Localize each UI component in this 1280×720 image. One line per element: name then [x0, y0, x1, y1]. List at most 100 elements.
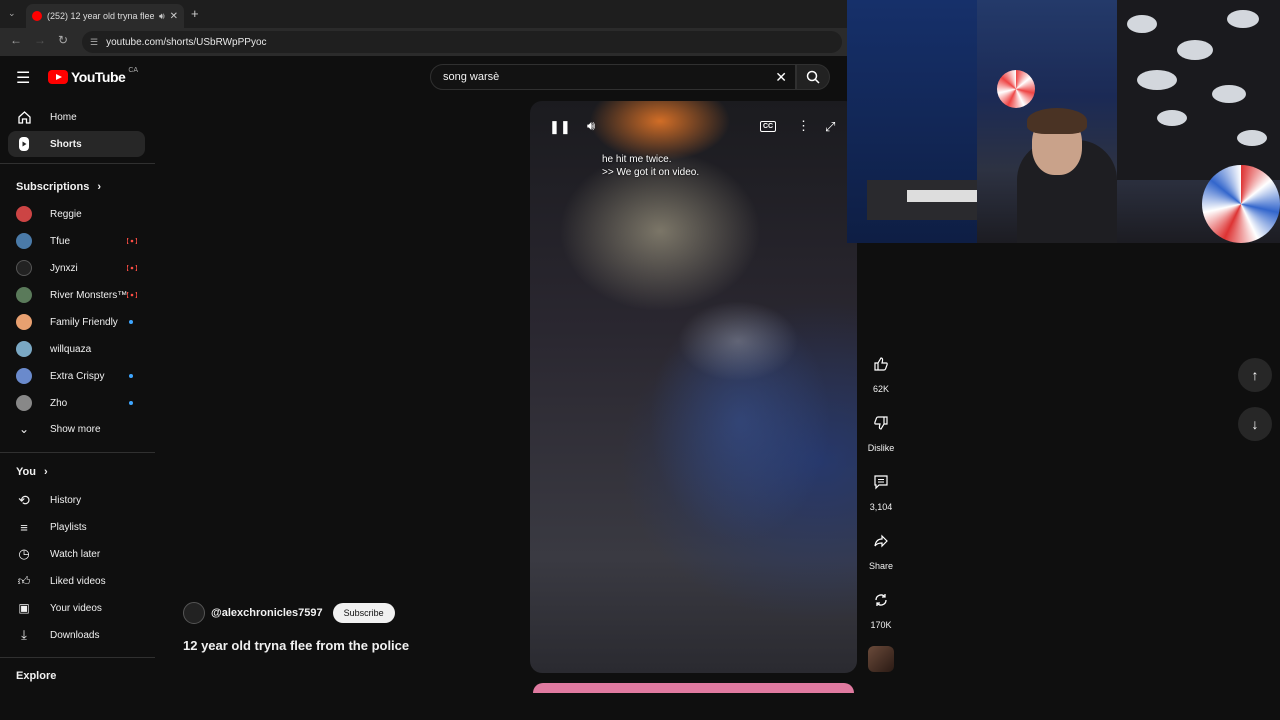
subscribe-button[interactable]: Subscribe — [332, 603, 395, 623]
sidebar-item-shorts[interactable]: Shorts — [8, 131, 145, 157]
sidebar-item-jynxzi[interactable]: Jynxzi — [8, 255, 145, 281]
explore-heading-label: Explore — [16, 670, 57, 682]
like-icon: 👍︎ — [17, 573, 31, 588]
sidebar-item-label: Downloads — [50, 629, 100, 641]
sidebar-item-river-monsters[interactable]: River Monsters™ — [8, 282, 145, 308]
channel-info: @alexchronicles7597 Subscribe — [183, 602, 395, 624]
remix-button[interactable]: 170K — [864, 583, 898, 630]
dislike-label: Dislike — [867, 443, 895, 453]
streamer-hair — [1027, 108, 1087, 134]
shorts-video-player[interactable]: ❚❚ 🔊︎ CC ⋮ ⤢ he hit me twice. >> We got … — [530, 101, 857, 673]
youtube-logo[interactable]: YouTube CA — [48, 66, 139, 85]
arrow-down-icon: ↓ — [1251, 416, 1259, 432]
youtube-logo-icon — [48, 70, 68, 84]
avatar — [16, 368, 32, 384]
sidebar-item-history[interactable]: ⟲ History — [8, 487, 145, 513]
share-label: Share — [868, 561, 894, 571]
audio-track-thumbnail[interactable] — [868, 646, 894, 672]
fullscreen-icon[interactable]: ⤢ — [825, 119, 835, 135]
menu-icon[interactable]: ☰ — [16, 68, 30, 88]
sidebar-item-playlists[interactable]: ≡ Playlists — [8, 514, 145, 540]
show-more-button[interactable]: ⌄ Show more — [8, 416, 145, 442]
live-icon — [127, 292, 137, 298]
share-button[interactable]: Share — [864, 524, 898, 571]
search-input[interactable]: song warsè ✕ — [430, 64, 796, 90]
sidebar-item-home[interactable]: Home — [8, 104, 145, 130]
address-bar[interactable]: ☰ youtube.com/shorts/USbRWpPPyoc — [82, 31, 842, 53]
thumbs-down-icon — [864, 406, 898, 440]
thumbs-up-icon — [864, 347, 898, 381]
like-button[interactable]: 62K — [864, 347, 898, 394]
sidebar-item-label: Liked videos — [50, 575, 106, 587]
browser-tab-bar: ⌄ (252) 12 year old tryna flee 🔊︎ ✕ + — [0, 0, 847, 28]
avatar — [16, 314, 32, 330]
show-more-label: Show more — [50, 423, 101, 435]
home-icon — [16, 109, 32, 125]
sidebar-item-label: Zho — [50, 397, 68, 409]
video-title[interactable]: 12 year old tryna flee from the police — [183, 638, 409, 653]
sidebar-item-label: Home — [50, 111, 77, 123]
dislike-button[interactable]: Dislike — [864, 406, 898, 453]
browser-tab[interactable]: (252) 12 year old tryna flee 🔊︎ ✕ — [26, 4, 184, 28]
avatar — [16, 287, 32, 303]
avatar — [16, 341, 32, 357]
speaker-icon[interactable]: 🔊︎ — [159, 11, 165, 22]
comments-button[interactable]: 3,104 — [864, 465, 898, 512]
your-videos-icon: ▣ — [18, 601, 30, 615]
remix-icon — [864, 583, 898, 617]
sidebar-item-your-videos[interactable]: ▣ Your videos — [8, 595, 145, 621]
volume-icon[interactable]: 🔊︎ — [587, 118, 595, 134]
download-icon: ⤓ — [21, 627, 27, 642]
sidebar-item-downloads[interactable]: ⤓ Downloads — [8, 622, 145, 648]
watch-later-icon: ◷ — [18, 546, 30, 561]
site-info-icon[interactable]: ☰ — [90, 37, 98, 48]
captions-icon[interactable]: CC — [760, 121, 777, 132]
sidebar-item-zho[interactable]: Zho — [8, 390, 145, 416]
sidebar-divider — [0, 163, 155, 164]
cloud-wall — [1117, 0, 1280, 180]
new-tab-icon[interactable]: + — [191, 6, 199, 21]
search-icon — [806, 70, 820, 84]
share-icon — [864, 524, 898, 558]
channel-avatar[interactable] — [183, 602, 205, 624]
sidebar-item-extra-crispy[interactable]: Extra Crispy — [8, 363, 145, 389]
new-content-dot — [129, 401, 133, 405]
prize-wheel — [997, 70, 1035, 108]
sidebar-divider — [0, 657, 155, 658]
sidebar-item-tfue[interactable]: Tfue — [8, 228, 145, 254]
youtube-favicon-icon — [32, 11, 42, 21]
keyboard — [907, 190, 977, 202]
chevron-right-icon: › — [97, 181, 102, 193]
close-tab-icon[interactable]: ✕ — [170, 11, 178, 22]
sidebar-divider — [0, 452, 155, 453]
shorts-icon — [16, 136, 32, 152]
pause-icon[interactable]: ❚❚ — [549, 119, 571, 135]
search-button[interactable] — [796, 64, 830, 90]
new-content-dot — [129, 374, 133, 378]
sidebar-item-watch-later[interactable]: ◷ Watch later — [8, 541, 145, 567]
search-query: song warsè — [443, 71, 500, 83]
clear-search-icon[interactable]: ✕ — [775, 69, 787, 86]
more-options-icon[interactable]: ⋮ — [797, 118, 810, 134]
sidebar-item-family-friendly[interactable]: Family Friendly — [8, 309, 145, 335]
sidebar-item-label: Family Friendly — [50, 316, 118, 328]
reload-icon[interactable]: ↻ — [58, 33, 68, 47]
next-video-button[interactable]: ↓ — [1238, 407, 1272, 441]
you-heading[interactable]: You › — [16, 466, 48, 478]
sidebar-item-reggie[interactable]: Reggie — [8, 201, 145, 227]
country-code: CA — [128, 66, 139, 74]
sidebar-item-willquaza[interactable]: willquaza — [8, 336, 145, 362]
subscriptions-heading-label: Subscriptions — [16, 181, 90, 193]
previous-video-button[interactable]: ↑ — [1238, 358, 1272, 392]
back-icon[interactable]: ← — [10, 33, 22, 47]
subscriptions-heading[interactable]: Subscriptions › — [16, 181, 101, 193]
sidebar-item-label: Extra Crispy — [50, 370, 105, 382]
next-video-preview[interactable] — [533, 683, 854, 693]
sidebar-item-liked-videos[interactable]: 👍︎ Liked videos — [8, 568, 145, 594]
arrow-up-icon: ↑ — [1251, 367, 1259, 383]
live-icon — [127, 265, 137, 271]
avatar — [16, 206, 32, 222]
tab-search-icon[interactable]: ⌄ — [8, 8, 16, 19]
channel-name[interactable]: @alexchronicles7597 — [211, 607, 323, 619]
forward-icon[interactable]: → — [34, 33, 46, 47]
